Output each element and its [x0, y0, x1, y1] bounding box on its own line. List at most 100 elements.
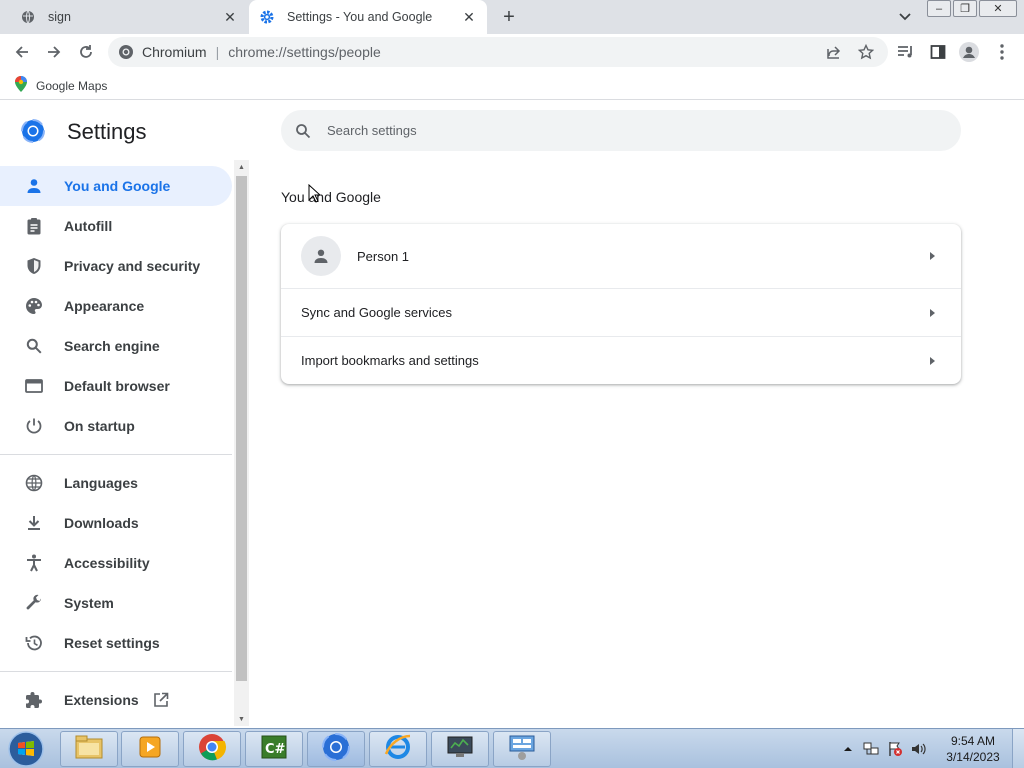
start-button[interactable]	[4, 731, 48, 767]
side-panel-icon[interactable]	[926, 40, 950, 64]
sidebar-item-languages[interactable]: Languages	[0, 463, 232, 503]
sidebar-item-label: Autofill	[64, 218, 113, 234]
chevron-down-icon[interactable]	[895, 8, 915, 26]
sidebar-scrollbar[interactable]: ▲ ▼	[234, 160, 249, 726]
arrow-right-icon	[930, 252, 935, 260]
page-title: Settings	[67, 119, 147, 144]
network-icon[interactable]	[863, 741, 879, 757]
sidebar-item-label: Search engine	[64, 338, 160, 354]
mouse-cursor-icon	[308, 183, 322, 208]
scroll-up-arrow-icon[interactable]: ▲	[234, 160, 249, 174]
sidebar-item-you-and-google[interactable]: You and Google	[0, 166, 232, 206]
menu-kebab-icon[interactable]	[990, 40, 1014, 64]
you-and-google-card: Person 1 Sync and Google services Import…	[281, 224, 961, 384]
url-separator: |	[215, 44, 220, 60]
sidebar-item-autofill[interactable]: Autofill	[0, 206, 232, 246]
palette-icon	[24, 296, 44, 316]
sidebar-item-label: System	[64, 595, 114, 611]
sidebar-item-reset-settings[interactable]: Reset settings	[0, 623, 232, 663]
search-icon	[295, 123, 311, 139]
window-controls: – ❐ ✕	[927, 0, 1019, 20]
bookmark-star-icon[interactable]	[854, 40, 878, 64]
forward-button[interactable]	[42, 40, 66, 64]
person-icon	[24, 176, 44, 196]
taskbar: C# 9:54 AM 3/14/2023	[0, 728, 1024, 768]
monitor-taskbar-button[interactable]	[431, 731, 489, 767]
scroll-down-arrow-icon[interactable]: ▼	[234, 712, 249, 726]
scrollbar-thumb[interactable]	[236, 176, 247, 681]
globe-icon	[24, 473, 44, 493]
address-bar[interactable]: Chromium | chrome://settings/people	[108, 37, 888, 67]
sidebar-item-extensions[interactable]: Extensions	[0, 680, 232, 720]
chromium-icon	[118, 44, 134, 60]
sidebar-item-system[interactable]: System	[0, 583, 232, 623]
explorer-icon	[74, 734, 104, 765]
profile-avatar-icon[interactable]	[957, 40, 981, 64]
history-icon	[24, 633, 44, 653]
search-settings-input[interactable]: Search settings	[281, 110, 961, 151]
url-text[interactable]: chrome://settings/people	[228, 44, 381, 60]
close-tab-icon[interactable]: ✕	[220, 7, 240, 27]
sidebar-item-downloads[interactable]: Downloads	[0, 503, 232, 543]
restore-button[interactable]: ❐	[953, 0, 977, 17]
chrome-taskbar-button[interactable]	[183, 731, 241, 767]
taskbar-clock[interactable]: 9:54 AM 3/14/2023	[940, 733, 1006, 765]
sidebar-divider	[0, 454, 232, 455]
ie-icon	[383, 732, 413, 767]
gear-icon	[259, 9, 275, 25]
chromium-taskbar-button[interactable]	[307, 731, 365, 767]
accessibility-icon	[24, 553, 44, 573]
close-tab-icon[interactable]: ✕	[459, 7, 479, 27]
import-bookmarks-row[interactable]: Import bookmarks and settings	[281, 336, 961, 384]
bookmarks-bar: Google Maps	[0, 70, 1024, 100]
maps-pin-icon	[14, 76, 28, 95]
sidebar-item-default-browser[interactable]: Default browser	[0, 366, 232, 406]
sidebar-item-label: On startup	[64, 418, 135, 434]
sidebar-item-label: Extensions	[64, 692, 139, 708]
csharp-taskbar-button[interactable]: C#	[245, 731, 303, 767]
sidebar-item-accessibility[interactable]: Accessibility	[0, 543, 232, 583]
sidebar-item-label: Privacy and security	[64, 258, 201, 274]
bookmark-google-maps[interactable]: Google Maps	[14, 76, 107, 95]
minimize-button[interactable]: –	[927, 0, 951, 17]
share-icon[interactable]	[822, 40, 846, 64]
media-player-icon	[137, 734, 163, 765]
volume-icon[interactable]	[911, 741, 927, 757]
sidebar-item-label: Accessibility	[64, 555, 150, 571]
person-row[interactable]: Person 1	[281, 224, 961, 288]
flag-error-icon[interactable]	[887, 741, 903, 757]
explorer-taskbar-button[interactable]	[60, 731, 118, 767]
control-panel-taskbar-button[interactable]	[493, 731, 551, 767]
chrome-icon	[197, 732, 227, 767]
bookmark-label: Google Maps	[36, 78, 108, 93]
sidebar-item-appearance[interactable]: Appearance	[0, 286, 232, 326]
clipboard-icon	[24, 216, 44, 236]
tab-settings[interactable]: Settings - You and Google ✕	[249, 0, 487, 34]
sidebar-item-privacy[interactable]: Privacy and security	[0, 246, 232, 286]
arrow-right-icon	[930, 308, 935, 317]
tab-strip: sign ✕ Settings - You and Google ✕ + – ❐…	[0, 0, 1024, 34]
sidebar-item-label: You and Google	[64, 178, 171, 194]
chromium-icon	[321, 732, 351, 767]
media-taskbar-button[interactable]	[121, 731, 179, 767]
sidebar-divider	[0, 671, 232, 672]
site-name: Chromium	[142, 44, 207, 60]
tab-sign[interactable]: sign ✕	[0, 0, 248, 34]
tab-title: Settings - You and Google	[287, 10, 433, 24]
media-control-icon[interactable]	[894, 40, 918, 64]
sidebar-item-search-engine[interactable]: Search engine	[0, 326, 232, 366]
sidebar-item-on-startup[interactable]: On startup	[0, 406, 232, 446]
sidebar-item-label: Reset settings	[64, 635, 160, 651]
tray-expand-icon[interactable]	[843, 746, 853, 752]
show-desktop-button[interactable]	[1012, 729, 1024, 768]
close-window-button[interactable]: ✕	[979, 0, 1017, 17]
reload-button[interactable]	[74, 40, 98, 64]
back-button[interactable]	[10, 40, 34, 64]
search-placeholder: Search settings	[327, 123, 417, 138]
ie-taskbar-button[interactable]	[369, 731, 427, 767]
new-tab-button[interactable]: +	[498, 6, 520, 28]
power-icon	[24, 416, 44, 436]
download-icon	[24, 513, 44, 533]
sync-services-row[interactable]: Sync and Google services	[281, 288, 961, 336]
csharp-icon: C#	[259, 734, 289, 765]
